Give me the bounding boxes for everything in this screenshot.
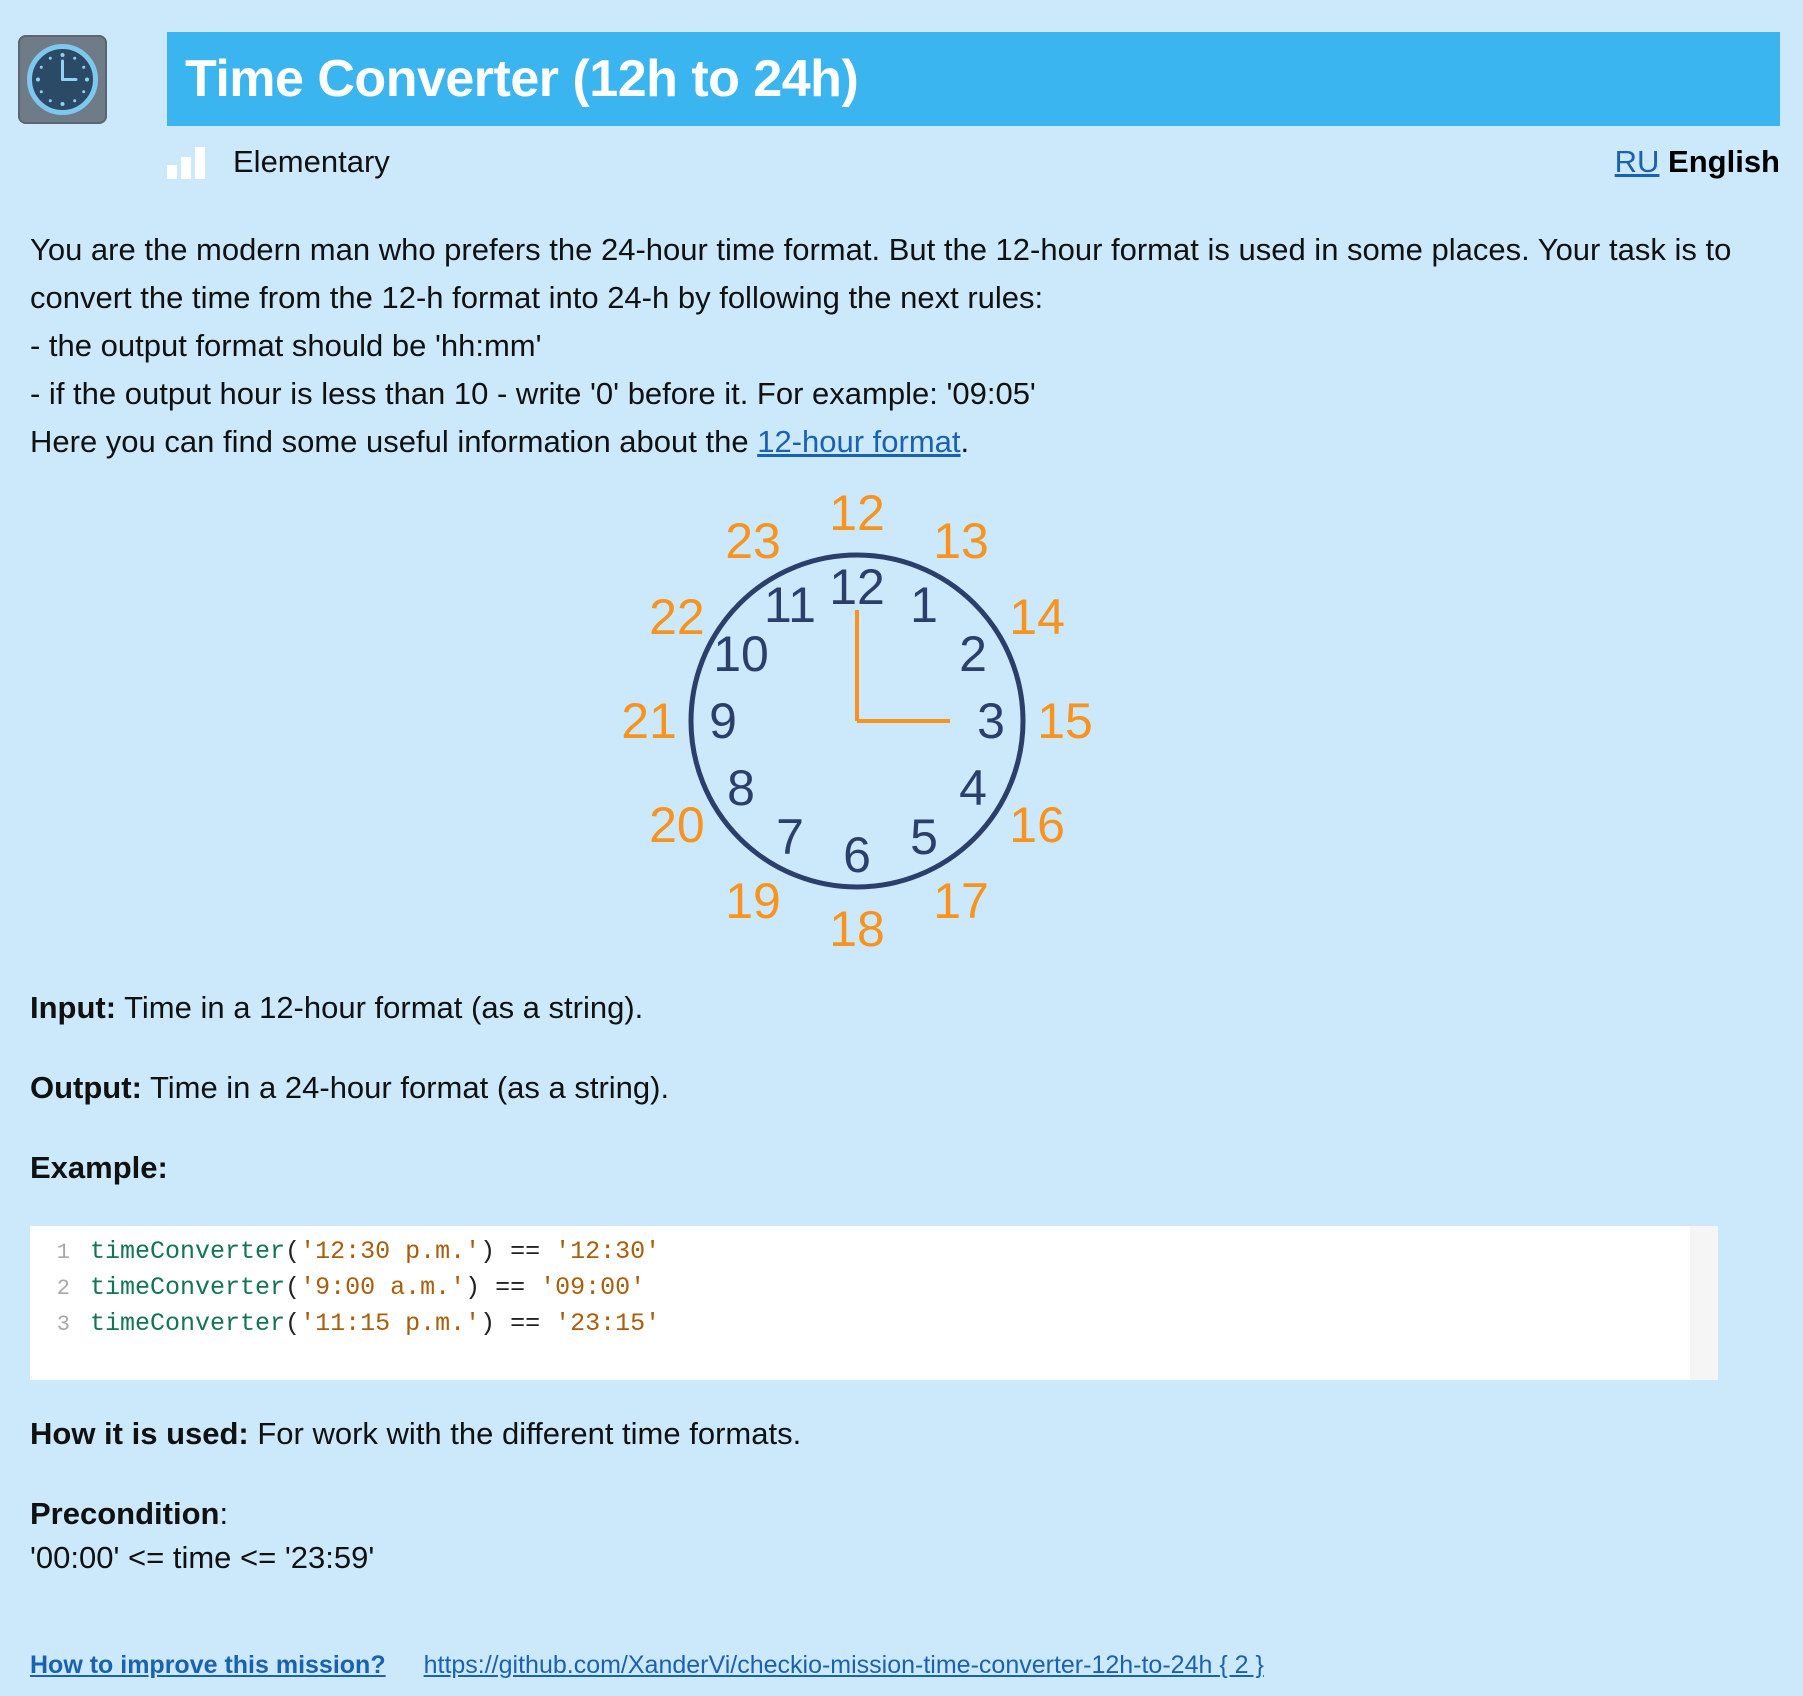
- info-suffix: .: [960, 424, 970, 459]
- code-line: 3 timeConverter('11:15 p.m.') == '23:15': [30, 1306, 660, 1342]
- input-text: Time in a 12-hour format (as a string).: [116, 990, 644, 1025]
- precondition-section: Precondition: '00:00' <= time <= '23:59': [30, 1492, 374, 1580]
- code-example: 1 timeConverter('12:30 p.m.') == '12:30' …: [30, 1226, 1718, 1380]
- clock-hour-label: 6: [843, 827, 871, 883]
- line-number: 2: [56, 1276, 70, 1301]
- clock-hour-label: 9: [709, 693, 737, 749]
- clock-24h-label: 23: [725, 513, 781, 569]
- output-text: Time in a 24-hour format (as a string).: [141, 1070, 670, 1105]
- code-function: timeConverter: [90, 1309, 286, 1338]
- improve-mission-link[interactable]: How to improve this mission?: [30, 1651, 386, 1679]
- clock-illustration: 12 1 2 3 4 5 6 7 8 9 10 11 12 13 14 15 16 17 18 19 20 21 22 23: [590, 480, 1130, 960]
- clock-hour-label: 7: [776, 809, 804, 865]
- code-function: timeConverter: [90, 1273, 286, 1302]
- clock-24h-label: 18: [829, 901, 885, 957]
- clock-24h-label: 16: [1009, 797, 1065, 853]
- twelve-hour-format-link[interactable]: 12-hour format: [757, 424, 960, 459]
- description-rule-2: - if the output hour is less than 10 - w…: [30, 376, 1036, 411]
- clock-24h-label: 19: [725, 873, 781, 929]
- code-operator: ==: [480, 1273, 541, 1302]
- example-section: Example:: [30, 1146, 168, 1190]
- description-rule-1: - the output format should be 'hh:mm': [30, 328, 542, 363]
- description-info: Here you can find some useful informatio…: [30, 418, 1750, 466]
- clock-hour-label: 3: [977, 693, 1005, 749]
- line-number: 1: [56, 1240, 70, 1265]
- clock-24h-label: 14: [1009, 589, 1065, 645]
- clock-hour-label: 1: [910, 577, 938, 633]
- code-argument: '9:00 a.m.': [300, 1273, 466, 1302]
- code-line: 2 timeConverter('9:00 a.m.') == '09:00': [30, 1270, 645, 1306]
- clock-hour-label: 5: [910, 809, 938, 865]
- example-label: Example:: [30, 1150, 168, 1185]
- clock-hour-label: 10: [713, 626, 769, 682]
- code-result: '09:00': [540, 1273, 646, 1302]
- description-intro: You are the modern man who prefers the 2…: [30, 232, 1732, 315]
- language-ru-link[interactable]: RU: [1615, 144, 1660, 179]
- github-repo-link[interactable]: https://github.com/XanderVi/checkio-miss…: [424, 1651, 1264, 1679]
- precondition-colon: :: [219, 1496, 229, 1531]
- usage-label: How it is used:: [30, 1416, 249, 1451]
- language-switcher: RU English: [1615, 140, 1780, 184]
- clock-hour-label: 4: [959, 760, 987, 816]
- clock-24h-label: 20: [649, 797, 705, 853]
- clock-24h-label: 15: [1037, 693, 1093, 749]
- info-prefix: Here you can find some useful informatio…: [30, 424, 758, 459]
- code-operator: ==: [495, 1309, 556, 1338]
- clock-24h-label: 22: [649, 589, 705, 645]
- clock-hour-label: 12: [829, 559, 885, 615]
- clock-24h-label: 12: [829, 485, 885, 541]
- output-section: Output: Time in a 24-hour format (as a s…: [30, 1066, 669, 1110]
- input-section: Input: Time in a 12-hour format (as a st…: [30, 986, 643, 1030]
- code-result: '23:15': [555, 1309, 661, 1338]
- code-result: '12:30': [555, 1237, 661, 1266]
- precondition-text: '00:00' <= time <= '23:59': [30, 1540, 375, 1575]
- clock-hour-label: 11: [764, 577, 816, 633]
- output-label: Output:: [30, 1070, 142, 1105]
- title-bar: Time Converter (12h to 24h): [167, 32, 1780, 126]
- language-current: English: [1668, 144, 1780, 179]
- clock-24h-label: 17: [933, 873, 989, 929]
- footer: How to improve this mission? https://gith…: [30, 1648, 1264, 1682]
- page-title: Time Converter (12h to 24h): [185, 50, 859, 108]
- precondition-label: Precondition: [30, 1496, 220, 1531]
- clock-24h-label: 21: [621, 693, 677, 749]
- clock-hour-label: 8: [727, 760, 755, 816]
- level-bars-icon: [167, 145, 205, 179]
- level-label: Elementary: [233, 144, 390, 179]
- difficulty-level: Elementary: [167, 140, 390, 184]
- mission-description: You are the modern man who prefers the 2…: [30, 226, 1750, 466]
- code-operator: ==: [495, 1237, 556, 1266]
- code-function: timeConverter: [90, 1237, 286, 1266]
- clock-hour-label: 2: [959, 626, 987, 682]
- code-argument: '12:30 p.m.': [300, 1237, 481, 1266]
- line-number: 3: [56, 1312, 70, 1337]
- code-line: 1 timeConverter('12:30 p.m.') == '12:30': [30, 1234, 660, 1270]
- usage-text: For work with the different time formats…: [248, 1416, 802, 1451]
- clock-24h-label: 13: [933, 513, 989, 569]
- usage-section: How it is used: For work with the differ…: [30, 1412, 801, 1456]
- input-label: Input:: [30, 990, 117, 1025]
- code-argument: '11:15 p.m.': [300, 1309, 481, 1338]
- clock-icon: [18, 35, 107, 124]
